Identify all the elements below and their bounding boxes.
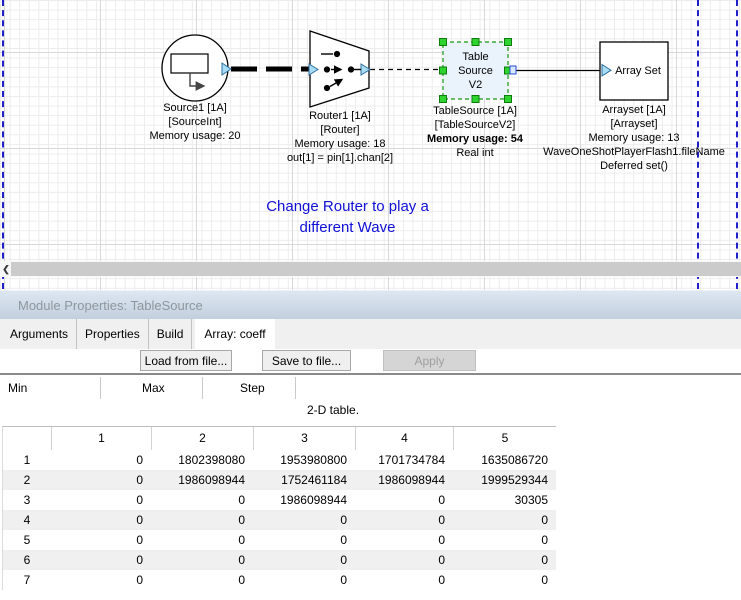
- max-header: Max: [142, 381, 165, 395]
- panel-separator: [0, 373, 741, 375]
- column-header: 4: [355, 427, 453, 450]
- table-cell[interactable]: 0: [355, 570, 453, 590]
- range-divider: [100, 377, 101, 399]
- table-cell[interactable]: 0: [253, 530, 355, 550]
- table-cell[interactable]: 1701734784: [355, 450, 453, 470]
- table-cell[interactable]: 1999529344: [453, 470, 556, 490]
- row-header: 1: [3, 450, 51, 470]
- table-cell[interactable]: 0: [253, 570, 355, 590]
- table-cell[interactable]: 0: [51, 530, 151, 550]
- column-header: 3: [253, 427, 355, 450]
- tablesource-body-label: Table Source V2: [443, 50, 508, 92]
- column-header: 1: [51, 427, 151, 450]
- table-cell[interactable]: 0: [355, 530, 453, 550]
- coeff-table: 12345 1018023980801953980800170173478416…: [2, 426, 556, 590]
- table-row: 600000: [3, 550, 556, 570]
- table-row: 3001986098944030305: [3, 490, 556, 510]
- range-divider: [295, 377, 296, 399]
- row-header: 4: [3, 510, 51, 530]
- scroll-left-icon[interactable]: ❮: [1, 262, 11, 276]
- table-cell[interactable]: 0: [151, 490, 253, 510]
- table-cell[interactable]: 0: [151, 550, 253, 570]
- row-header: 2: [3, 470, 51, 490]
- table-row: 1018023980801953980800170173478416350867…: [3, 450, 556, 470]
- horizontal-scrollbar[interactable]: ❮: [0, 261, 741, 277]
- schematic-canvas[interactable]: Table Source V2 Array Set Source1 [1A] […: [0, 0, 741, 290]
- row-header: 6: [3, 550, 51, 570]
- table-cell[interactable]: 1986098944: [253, 490, 355, 510]
- table-cell[interactable]: 0: [253, 510, 355, 530]
- table-row: 700000: [3, 570, 556, 590]
- button-row: Load from file... Save to file... Apply: [0, 349, 741, 373]
- apply-button[interactable]: Apply: [383, 350, 476, 371]
- table-row: 500000: [3, 530, 556, 550]
- table-body: 1018023980801953980800170173478416350867…: [3, 450, 556, 590]
- panel-titlebar: Module Properties: TableSource: [0, 290, 741, 319]
- table-cell[interactable]: 0: [453, 530, 556, 550]
- table-cell[interactable]: 0: [453, 570, 556, 590]
- table-cell[interactable]: 0: [51, 570, 151, 590]
- table-cell[interactable]: 0: [51, 470, 151, 490]
- scrollbar-thumb[interactable]: [11, 262, 741, 276]
- table-cell[interactable]: 0: [51, 450, 151, 470]
- source-icon: [171, 54, 208, 73]
- table-cell[interactable]: 0: [151, 510, 253, 530]
- column-header: 2: [151, 427, 253, 450]
- application-window: Table Source V2 Array Set Source1 [1A] […: [0, 0, 741, 600]
- table-cell[interactable]: 0: [51, 490, 151, 510]
- table-cell[interactable]: 0: [51, 550, 151, 570]
- row-header: 5: [3, 530, 51, 550]
- table-corner-cell: [3, 427, 51, 450]
- step-header: Step: [240, 381, 265, 395]
- table-cell[interactable]: 0: [453, 550, 556, 570]
- table-cell[interactable]: 1635086720: [453, 450, 556, 470]
- table-cell[interactable]: 1986098944: [151, 470, 253, 490]
- tab-build[interactable]: Build: [149, 319, 193, 349]
- source-block[interactable]: [162, 35, 231, 101]
- table-cell[interactable]: 0: [355, 490, 453, 510]
- tab-array-coeff[interactable]: Array: coeff: [195, 319, 274, 349]
- table-cell[interactable]: 0: [453, 510, 556, 530]
- tablesource-output-pin[interactable]: [510, 66, 516, 74]
- router-block[interactable]: [309, 31, 370, 107]
- table-cell[interactable]: 0: [151, 570, 253, 590]
- table-cell[interactable]: 0: [51, 510, 151, 530]
- min-header: Min: [8, 381, 27, 395]
- column-header: 5: [453, 427, 556, 450]
- save-to-file-button[interactable]: Save to file...: [262, 350, 351, 371]
- panel-title: Module Properties: TableSource: [18, 298, 203, 313]
- module-properties-panel: Module Properties: TableSource Arguments…: [0, 290, 741, 600]
- table-cell[interactable]: 30305: [453, 490, 556, 510]
- tab-bar: ArgumentsPropertiesBuildArray: coeff: [0, 319, 741, 349]
- table-row: 400000: [3, 510, 556, 530]
- table-row: 2019860989441752461184198609894419995293…: [3, 470, 556, 490]
- annotation-note: Change Router to play a different Wave: [195, 196, 500, 238]
- arrayset-caption: Arrayset [1A] [Arrayset] Memory usage: 1…: [520, 103, 741, 173]
- table-cell[interactable]: 1752461184: [253, 470, 355, 490]
- table-caption: 2-D table.: [307, 403, 359, 417]
- table-cell[interactable]: 1986098944: [355, 470, 453, 490]
- table-cell[interactable]: 0: [355, 510, 453, 530]
- table-header-row: 12345: [3, 427, 556, 450]
- table-cell[interactable]: 0: [253, 550, 355, 570]
- table-cell[interactable]: 1953980800: [253, 450, 355, 470]
- range-divider: [202, 377, 203, 399]
- table-cell[interactable]: 0: [355, 550, 453, 570]
- load-from-file-button[interactable]: Load from file...: [140, 350, 232, 371]
- tab-arguments[interactable]: Arguments: [2, 319, 77, 349]
- arrayset-body-label: Array Set: [608, 64, 668, 78]
- row-header: 3: [3, 490, 51, 510]
- table-cell[interactable]: 1802398080: [151, 450, 253, 470]
- tab-properties[interactable]: Properties: [77, 319, 149, 349]
- range-header-row: Min Max Step: [0, 376, 741, 400]
- row-header: 7: [3, 570, 51, 590]
- table-cell[interactable]: 0: [151, 530, 253, 550]
